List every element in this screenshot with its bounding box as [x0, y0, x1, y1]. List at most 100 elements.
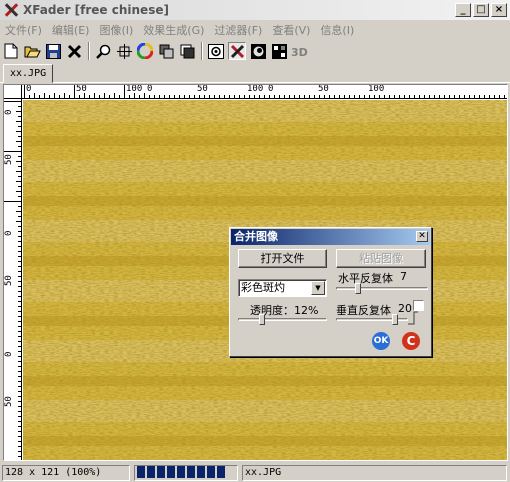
tab-xx-jpg[interactable]: xx.JPG — [3, 64, 54, 83]
ruler-h-tick — [459, 95, 460, 98]
ruler-h-tick — [404, 95, 405, 98]
minimize-button[interactable]: _ — [455, 3, 471, 17]
ruler-v-tick — [18, 431, 21, 432]
blend-mode-select[interactable]: 彩色斑灼 ▼ — [238, 279, 327, 297]
ruler-h-tick — [214, 95, 215, 98]
ruler-h-tick — [454, 95, 455, 98]
ruler-v-tick — [18, 186, 21, 187]
ruler-h-label: 100 — [247, 84, 264, 94]
ruler-h-tick — [439, 95, 440, 98]
transparency-slider-thumb[interactable] — [258, 314, 265, 325]
ruler-v-tick — [18, 416, 21, 417]
save-disk-icon[interactable] — [44, 42, 62, 60]
ruler-h-tick — [239, 95, 240, 98]
link-bracket-icon — [408, 311, 418, 325]
progress-segment — [217, 466, 225, 478]
crosshair-icon[interactable] — [115, 42, 133, 60]
ruler-v-tick — [18, 241, 21, 242]
ruler-v-tick — [18, 341, 21, 342]
ruler-h-label: 50 — [318, 84, 329, 94]
status-bar: 128 x 121 (100%) xx.JPG — [0, 463, 510, 482]
ruler-v-tick — [18, 271, 21, 272]
swirl-icon[interactable] — [249, 42, 267, 60]
ruler-v-tick — [18, 246, 21, 247]
zoom-magnifier-icon[interactable] — [94, 42, 112, 60]
open-folder-icon[interactable] — [23, 42, 41, 60]
tile-icon[interactable] — [270, 42, 288, 60]
title-bar[interactable]: XFader [free chinese] _ □ × — [0, 0, 510, 20]
ruler-h-tick — [444, 95, 445, 98]
ruler-h-tick — [119, 95, 120, 98]
ruler-h-tick — [309, 95, 310, 98]
ruler-v-tick — [18, 286, 21, 287]
menu-edit[interactable]: 编辑(E) — [47, 22, 95, 38]
dialog-title: 合并图像 — [234, 230, 278, 243]
ruler-h-tick — [369, 95, 370, 98]
ruler-v-tick — [18, 426, 21, 427]
ruler-h-label: 0 — [26, 84, 32, 94]
ruler-h-tick — [34, 93, 35, 98]
ruler-h-tick — [249, 95, 250, 98]
ruler-h-tick — [504, 95, 505, 98]
ruler-h-tick — [129, 95, 130, 98]
layers-icon[interactable] — [157, 42, 175, 60]
menu-bar: 文件(F) 编辑(E) 图像(I) 效果生成(G) 过滤器(F) 查看(V) 信… — [0, 21, 510, 39]
ruler-h-tick — [114, 93, 115, 98]
ruler-h-tick — [204, 95, 205, 98]
toolbar-separator — [201, 42, 203, 60]
menu-file[interactable]: 文件(F) — [0, 22, 47, 38]
new-file-icon[interactable] — [2, 42, 20, 60]
dialog-close-icon[interactable]: ✕ — [416, 231, 428, 242]
color-wheel-icon[interactable] — [136, 42, 154, 60]
open-file-button[interactable]: 打开文件 — [238, 249, 327, 268]
3d-icon[interactable]: 3D — [291, 42, 309, 60]
horizontal-repeat-track[interactable] — [336, 287, 428, 290]
ok-button[interactable]: OK — [372, 332, 390, 350]
chevron-down-icon[interactable]: ▼ — [311, 281, 325, 295]
ruler-v-tick — [18, 376, 21, 377]
status-image-size: 128 x 121 (100%) — [2, 465, 130, 481]
vertical-ruler: 0500500500 — [4, 99, 22, 460]
cancel-button[interactable]: C — [402, 332, 420, 350]
dialog-title-bar[interactable]: 合并图像 ✕ — [231, 229, 430, 245]
transparency-track[interactable] — [238, 318, 327, 321]
close-button[interactable]: × — [491, 3, 507, 17]
ruler-corner — [4, 85, 22, 99]
menu-info[interactable]: 信息(I) — [315, 22, 359, 38]
blend-icon[interactable] — [207, 42, 225, 60]
ruler-h-tick — [334, 95, 335, 98]
menu-effects[interactable]: 效果生成(G) — [138, 22, 209, 38]
menu-view[interactable]: 查看(V) — [267, 22, 315, 38]
progress-bar — [137, 466, 225, 478]
paste-image-button[interactable]: 粘贴图像 — [336, 249, 426, 268]
toolbar: 3D — [2, 40, 312, 62]
ruler-h-tick — [84, 93, 85, 98]
ruler-h-label: 50 — [197, 84, 208, 94]
menu-filters[interactable]: 过滤器(F) — [209, 22, 267, 38]
ruler-v-tick — [18, 371, 21, 372]
fader-x-icon[interactable] — [228, 42, 246, 60]
ruler-v-tick — [16, 131, 21, 132]
ruler-v-tick — [16, 211, 21, 212]
ruler-v-tick — [18, 276, 21, 277]
ruler-h-tick — [419, 95, 420, 98]
progress-segment — [157, 466, 165, 478]
ruler-h-tick — [259, 95, 260, 98]
menu-image[interactable]: 图像(I) — [94, 22, 138, 38]
vertical-repeat-slider-thumb[interactable] — [392, 314, 398, 325]
ruler-v-tick — [16, 191, 21, 192]
ruler-h-tick — [469, 95, 470, 98]
xfader-app-icon[interactable] — [3, 3, 19, 17]
horizontal-repeat-slider-thumb[interactable] — [355, 283, 361, 294]
ruler-h-tick — [69, 95, 70, 98]
ruler-v-tick — [16, 121, 21, 122]
ruler-h-tick — [329, 95, 330, 98]
ruler-h-tick — [244, 95, 245, 98]
delete-x-icon[interactable] — [65, 42, 83, 60]
ruler-v-tick — [18, 381, 21, 382]
ruler-h-tick — [389, 95, 390, 98]
overlay-icon[interactable] — [178, 42, 196, 60]
maximize-button[interactable]: □ — [473, 3, 489, 17]
ruler-v-tick — [18, 446, 21, 447]
ruler-h-tick — [409, 95, 410, 98]
